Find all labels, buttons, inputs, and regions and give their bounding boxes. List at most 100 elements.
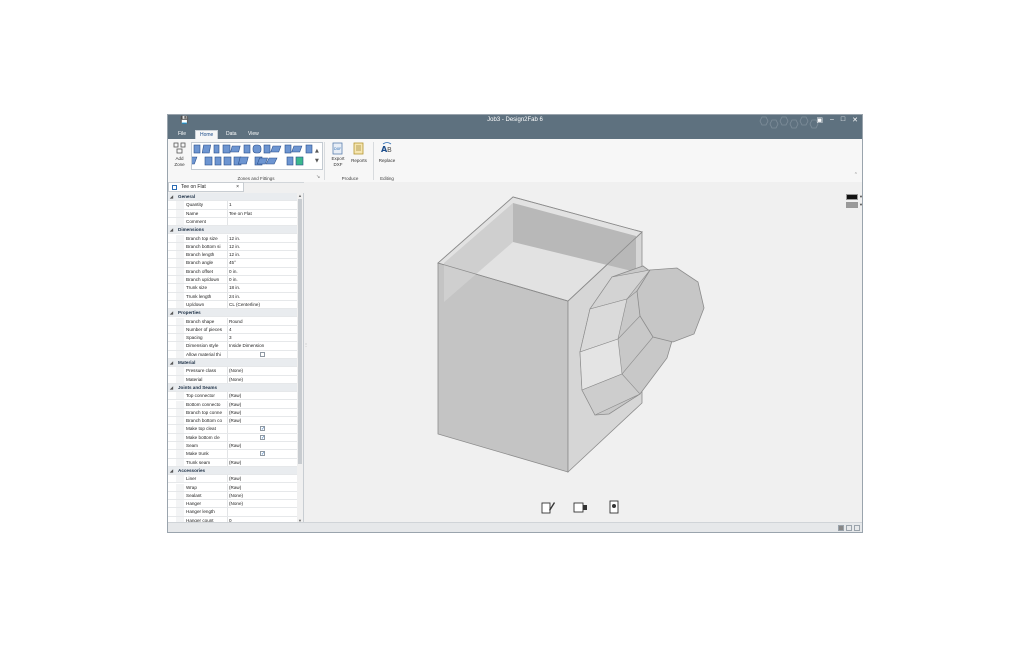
tab-home[interactable]: Home bbox=[195, 130, 218, 139]
side-view-icon[interactable] bbox=[573, 500, 589, 514]
property-row[interactable]: Branch shape Round bbox=[168, 317, 297, 326]
top-view-icon[interactable] bbox=[606, 500, 622, 514]
property-value[interactable] bbox=[227, 217, 295, 226]
property-row[interactable]: Wrap (Raw) bbox=[168, 483, 297, 492]
property-value[interactable]: 1 bbox=[227, 201, 295, 209]
property-value[interactable]: (Raw) bbox=[227, 417, 295, 425]
property-row[interactable]: Branch offset 0 in. bbox=[168, 267, 297, 276]
status-view-icon[interactable] bbox=[846, 525, 852, 531]
property-value[interactable]: Tee on Flat bbox=[227, 209, 295, 217]
property-row[interactable]: Bottom connecto (Raw) bbox=[168, 400, 297, 409]
minimize-icon[interactable]: – bbox=[830, 116, 834, 124]
property-checkbox[interactable]: ✓ bbox=[260, 434, 265, 440]
property-row[interactable]: Pressure class (None) bbox=[168, 367, 297, 376]
property-row[interactable]: Name Tee on Flat bbox=[168, 209, 297, 218]
property-value[interactable]: 18 in. bbox=[227, 284, 295, 292]
property-row[interactable]: Make trunk ✓ bbox=[168, 450, 297, 459]
property-value[interactable]: (Raw) bbox=[227, 483, 295, 491]
property-checkbox[interactable]: ✓ bbox=[260, 451, 265, 457]
property-row[interactable]: Seam (Raw) bbox=[168, 442, 297, 451]
property-row[interactable]: Trunk length 24 in. bbox=[168, 292, 297, 301]
property-row[interactable]: Trunk size 18 in. bbox=[168, 284, 297, 293]
property-value[interactable]: (Raw) bbox=[227, 442, 295, 450]
property-checkbox[interactable] bbox=[260, 351, 265, 357]
property-row[interactable]: Quantity 1 bbox=[168, 201, 297, 210]
close-tab-icon[interactable]: × bbox=[236, 183, 239, 192]
property-value[interactable]: 12 in. bbox=[227, 251, 295, 259]
collapse-icon[interactable]: ◢ bbox=[170, 467, 173, 475]
property-category[interactable]: ◢ General bbox=[168, 193, 297, 202]
collapse-icon[interactable]: ◢ bbox=[170, 226, 173, 234]
property-row[interactable]: Top connector (Raw) bbox=[168, 392, 297, 401]
replace-button[interactable]: A B Replace bbox=[376, 142, 398, 172]
collapse-ribbon-icon[interactable]: ⌃ bbox=[854, 172, 858, 178]
property-value[interactable]: (None) bbox=[227, 375, 295, 383]
export-dxf-button[interactable]: DXF Export DXF bbox=[329, 142, 347, 172]
tab-file[interactable]: File bbox=[174, 130, 190, 139]
property-row[interactable]: Branch angle 45° bbox=[168, 259, 297, 268]
property-row[interactable]: Make top cleat ✓ bbox=[168, 425, 297, 434]
edit-view-icon[interactable] bbox=[540, 500, 556, 514]
property-row[interactable]: Branch top conne (Raw) bbox=[168, 408, 297, 418]
3d-viewport[interactable]: ⋮ ▼ ▼ bbox=[304, 182, 862, 522]
property-category[interactable]: ◢ Accessories bbox=[168, 466, 297, 476]
property-value[interactable]: 4 bbox=[227, 325, 295, 334]
collapse-icon[interactable]: ◢ bbox=[170, 309, 173, 317]
ribbon-display-icon[interactable]: ▣ bbox=[816, 116, 823, 124]
property-value[interactable]: Inside Dimension bbox=[227, 342, 295, 350]
dropdown-icon[interactable]: ▼ bbox=[859, 202, 862, 207]
collapse-icon[interactable]: ◢ bbox=[170, 193, 173, 201]
property-value[interactable] bbox=[227, 508, 295, 516]
property-value[interactable]: 12 in. bbox=[227, 242, 295, 251]
line-color-swatch[interactable]: ▼ bbox=[846, 194, 862, 200]
property-value[interactable]: (Raw) bbox=[227, 392, 295, 400]
status-view-icon[interactable] bbox=[854, 525, 860, 531]
property-value[interactable]: (Raw) bbox=[227, 458, 295, 466]
property-value[interactable]: (Raw) bbox=[227, 475, 295, 483]
property-category[interactable]: ◢ Joints and Seams bbox=[168, 383, 297, 393]
property-row[interactable]: Liner (Raw) bbox=[168, 475, 297, 484]
close-icon[interactable]: ✕ bbox=[852, 116, 858, 124]
property-row[interactable]: Branch top size 12 in. bbox=[168, 234, 297, 243]
tee-on-flat-model[interactable] bbox=[304, 182, 862, 522]
property-row[interactable]: Branch bottom si 12 in. bbox=[168, 242, 297, 252]
status-view-icon[interactable] bbox=[838, 525, 844, 531]
property-value[interactable]: 0 in. bbox=[227, 276, 295, 284]
property-row[interactable]: Up/down CL (Centerline) bbox=[168, 300, 297, 310]
property-row[interactable]: Hanger length bbox=[168, 508, 297, 517]
property-scrollbar[interactable]: ▲ ▼ bbox=[297, 193, 303, 524]
property-value[interactable]: Round bbox=[227, 317, 295, 325]
collapse-icon[interactable]: ◢ bbox=[170, 384, 173, 392]
maximize-icon[interactable]: □ bbox=[841, 116, 845, 124]
property-value[interactable]: CL (Centerline) bbox=[227, 300, 295, 309]
property-row[interactable]: Dimension style Inside Dimension bbox=[168, 342, 297, 351]
property-value[interactable]: (Raw) bbox=[227, 408, 295, 417]
dropdown-icon[interactable]: ▼ bbox=[859, 194, 862, 199]
property-category[interactable]: ◢ Material bbox=[168, 359, 297, 368]
property-row[interactable]: Material (None) bbox=[168, 375, 297, 384]
tab-data[interactable]: Data bbox=[222, 130, 241, 139]
fittings-gallery[interactable]: ▲ ▼ bbox=[185, 142, 323, 170]
property-checkbox[interactable]: ✓ bbox=[260, 426, 265, 432]
property-value[interactable]: 24 in. bbox=[227, 292, 295, 300]
scroll-thumb[interactable] bbox=[298, 199, 302, 464]
property-row[interactable]: Number of pieces 4 bbox=[168, 325, 297, 335]
property-value[interactable]: 12 in. bbox=[227, 234, 295, 242]
property-row[interactable]: Allow material thi bbox=[168, 350, 297, 359]
fill-color-swatch[interactable]: ▼ bbox=[846, 202, 862, 208]
property-row[interactable]: Trunk seam (Raw) bbox=[168, 458, 297, 467]
property-value[interactable]: 0 in. bbox=[227, 267, 295, 275]
document-tab[interactable]: Tee on Flat × bbox=[168, 182, 244, 192]
property-row[interactable]: Branch length 12 in. bbox=[168, 251, 297, 260]
property-row[interactable]: Comment bbox=[168, 217, 297, 227]
dialog-launcher-icon[interactable]: ↘ bbox=[316, 174, 320, 180]
property-value[interactable]: (None) bbox=[227, 367, 295, 375]
property-value[interactable]: (None) bbox=[227, 500, 295, 508]
property-row[interactable]: Branch up/down 0 in. bbox=[168, 276, 297, 285]
tab-view[interactable]: View bbox=[244, 130, 263, 139]
collapse-icon[interactable]: ◢ bbox=[170, 359, 173, 367]
property-row[interactable]: Spacing 3 bbox=[168, 334, 297, 343]
property-value[interactable]: 45° bbox=[227, 259, 295, 267]
property-row[interactable]: Sealant (None) bbox=[168, 491, 297, 501]
property-value[interactable]: 3 bbox=[227, 334, 295, 342]
